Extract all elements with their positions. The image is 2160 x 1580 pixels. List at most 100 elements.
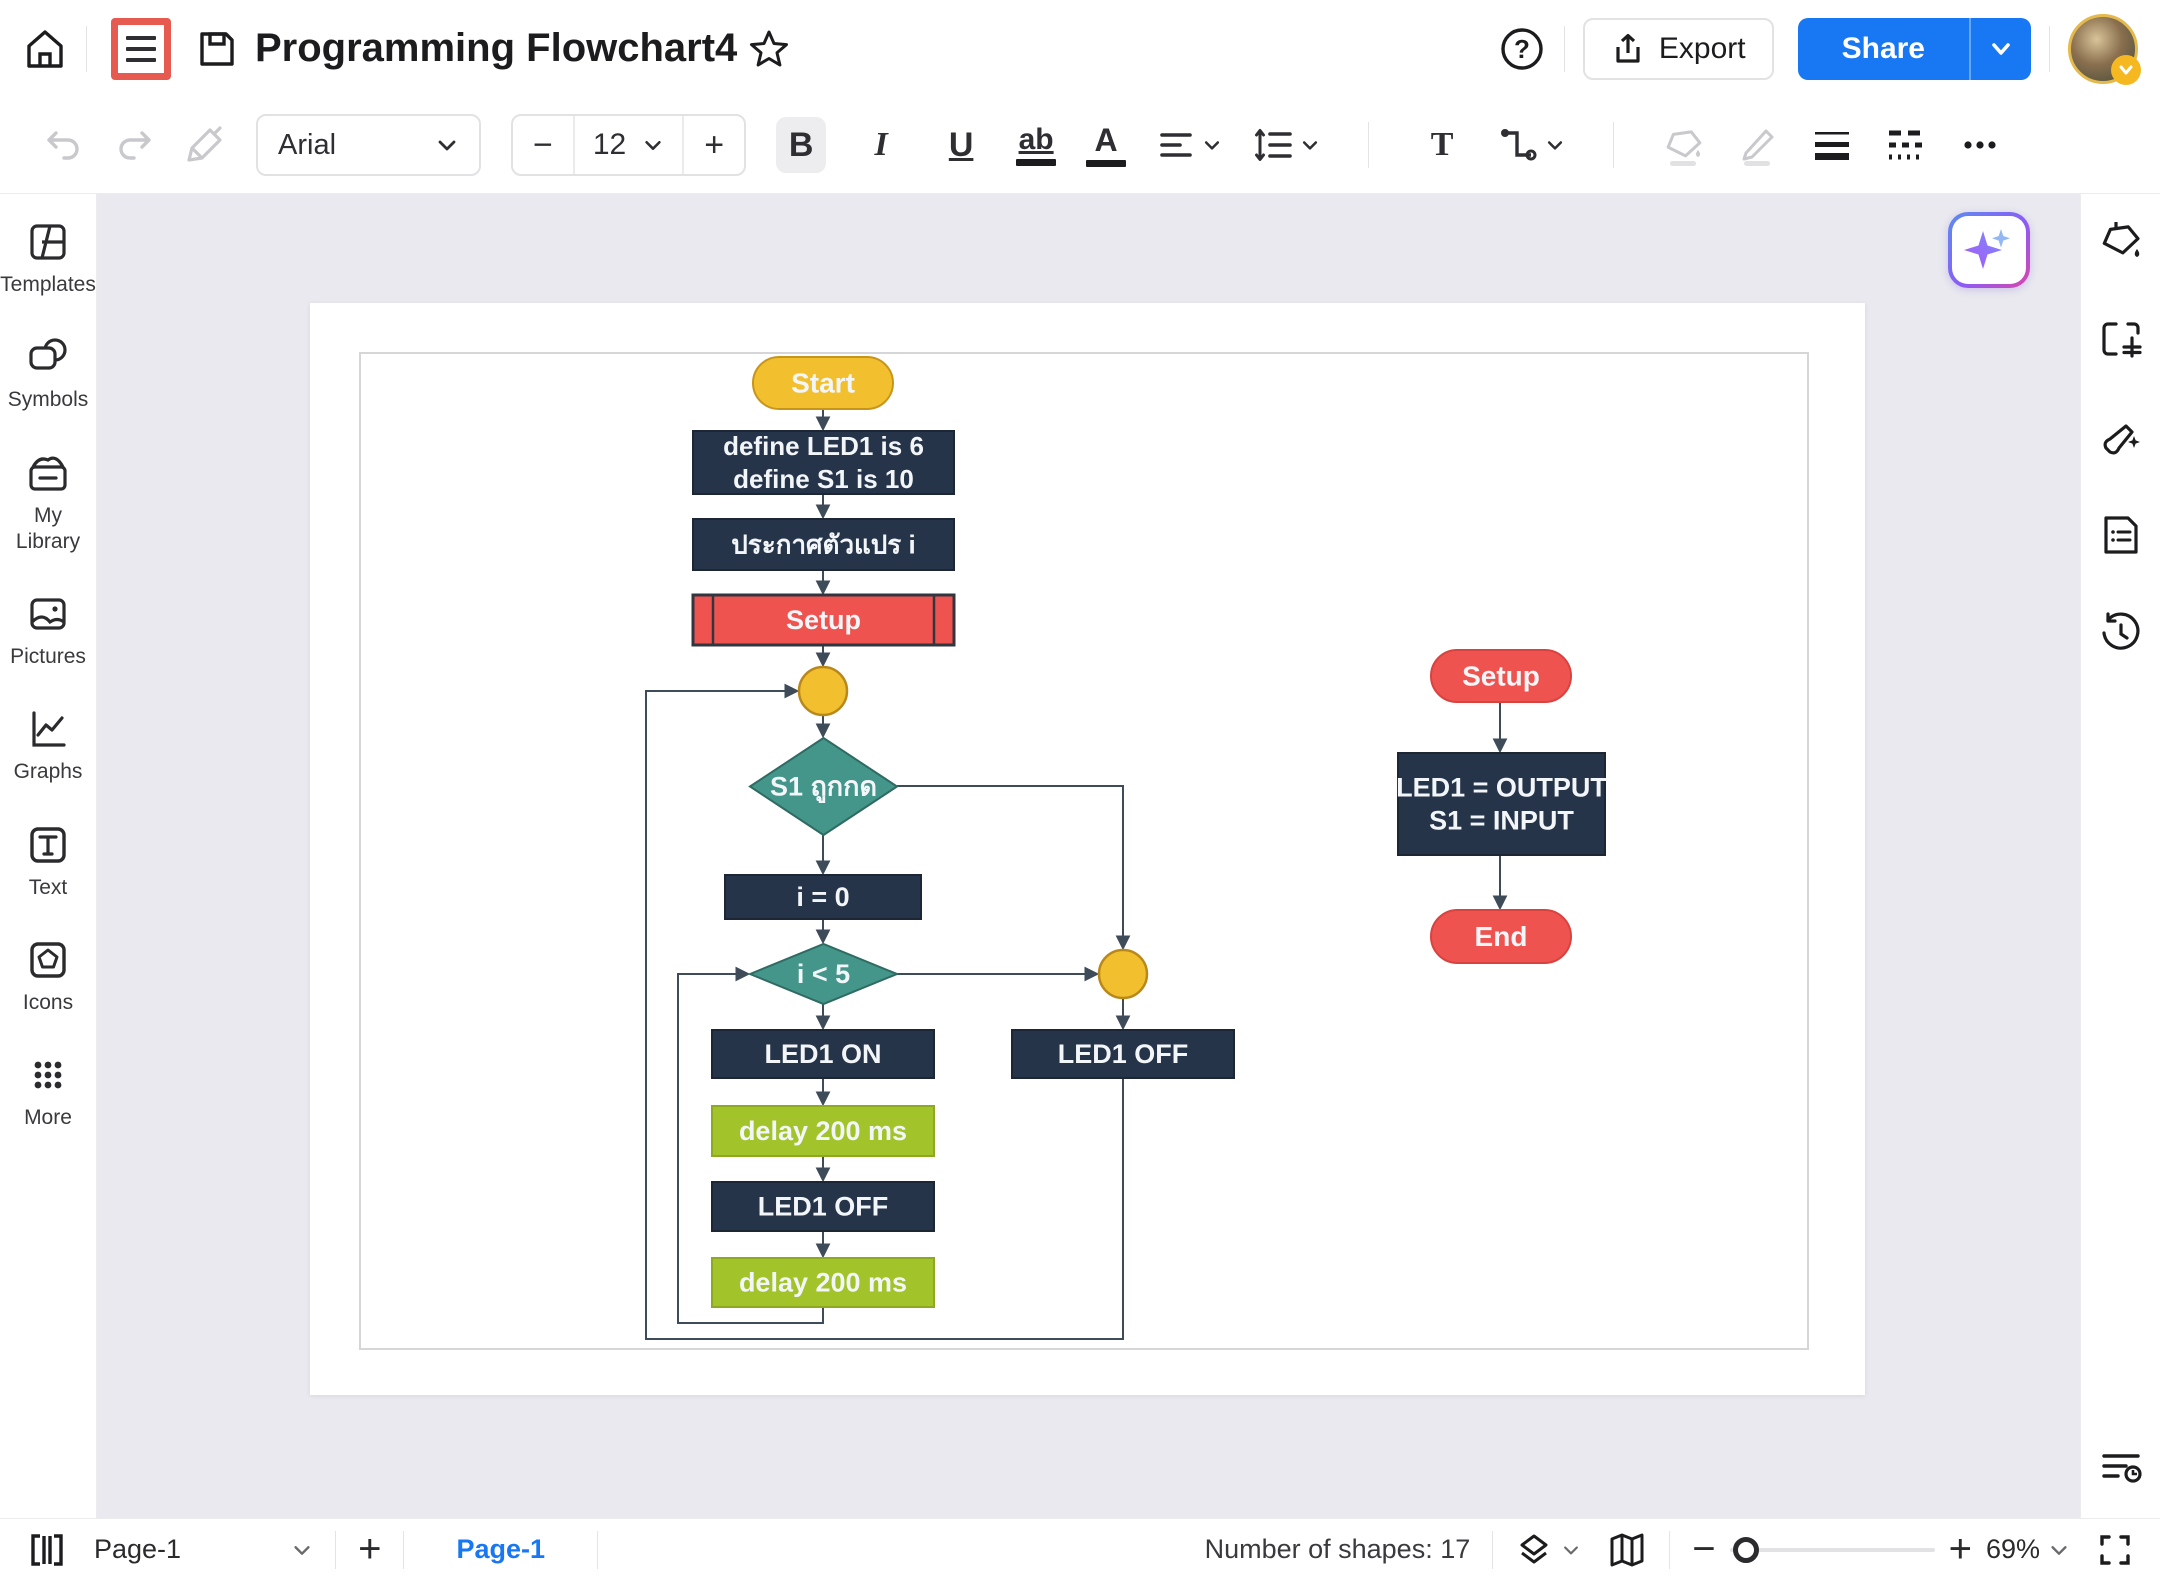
zoom-slider[interactable] (1730, 1548, 1935, 1552)
chevron-down-icon[interactable] (2048, 1539, 2070, 1561)
header-divider (2049, 26, 2050, 72)
node-label: i < 5 (797, 959, 850, 989)
zoom-level[interactable]: 69% (1986, 1534, 2040, 1565)
node-setup-def[interactable]: Setup (1431, 650, 1571, 702)
hamburger-icon (126, 36, 156, 62)
connector-type-button[interactable] (1497, 124, 1565, 166)
node-label: LED1 OFF (758, 1192, 889, 1222)
underline-button[interactable]: U (936, 117, 986, 173)
favorite-button[interactable] (747, 27, 791, 71)
more-options-button[interactable] (1958, 125, 2002, 165)
notes-panel-button[interactable] (2098, 512, 2144, 558)
avatar[interactable] (2068, 14, 2138, 84)
history-panel-button[interactable] (2098, 610, 2144, 656)
bold-button[interactable]: B (776, 117, 826, 173)
page-select-dropdown[interactable]: Page-1 (94, 1534, 313, 1565)
chevron-down-icon (1988, 36, 2014, 62)
fill-color-button[interactable] (1662, 123, 1706, 167)
node-led1-off-left[interactable]: LED1 OFF (712, 1182, 934, 1231)
line-color-button[interactable] (1736, 123, 1780, 167)
minimap-button[interactable] (1607, 1531, 1647, 1569)
node-junction-1[interactable] (799, 667, 847, 715)
page-sheet[interactable]: Start define LED1 is 6define S1 is 10 ประก… (310, 303, 1865, 1395)
page-tab-page-1[interactable]: Page-1 (426, 1534, 575, 1565)
add-page-button[interactable]: + (358, 1527, 381, 1572)
font-size-decrease-button[interactable]: − (513, 116, 573, 174)
italic-button[interactable]: I (856, 117, 906, 173)
node-s1-pressed[interactable]: S1 ถูกกด (750, 738, 897, 835)
panel-rail (2080, 194, 2160, 1518)
share-dropdown-button[interactable] (1969, 18, 2031, 80)
toolbar-divider (1368, 122, 1369, 168)
style-fill-panel-button[interactable] (2098, 218, 2144, 264)
help-icon: ? (1498, 25, 1546, 73)
save-button[interactable] (195, 27, 239, 71)
node-i-cond[interactable]: i < 5 (750, 944, 897, 1004)
main-menu-button[interactable] (111, 18, 171, 80)
redo-button[interactable] (114, 125, 154, 165)
theme-beautify-panel-button[interactable] (2098, 414, 2144, 460)
node-start[interactable]: Start (753, 357, 893, 409)
help-button[interactable]: ? (1498, 25, 1546, 73)
node-define-pins[interactable]: define LED1 is 6define S1 is 10 (693, 431, 954, 494)
node-delay-2[interactable]: delay 200 ms (712, 1258, 934, 1307)
node-led1-off-right[interactable]: LED1 OFF (1012, 1030, 1234, 1078)
node-io-config[interactable]: LED1 = OUTPUTS1 = INPUT (1396, 753, 1607, 855)
line-spacing-button[interactable] (1252, 125, 1320, 165)
sidebar-item-templates[interactable]: Templates (0, 220, 96, 298)
home-button[interactable] (22, 26, 68, 72)
zoom-slider-knob[interactable] (1733, 1537, 1759, 1563)
highlight-color-button[interactable]: ab (1016, 125, 1056, 166)
font-size-increase-button[interactable]: + (684, 116, 744, 174)
chevron-down-icon (1300, 135, 1320, 155)
chevron-down-icon (1202, 135, 1222, 155)
object-list-button[interactable] (2098, 1444, 2144, 1490)
node-end[interactable]: End (1431, 910, 1571, 963)
sidebar-item-icons[interactable]: Icons (23, 938, 73, 1016)
layers-button[interactable] (1515, 1531, 1581, 1569)
sidebar-item-my-library[interactable]: My Library (0, 451, 96, 556)
pages-panel-button[interactable] (26, 1531, 68, 1569)
fullscreen-button[interactable] (2096, 1531, 2134, 1569)
node-setup-call[interactable]: Setup (693, 595, 954, 645)
font-family-value: Arial (278, 129, 336, 162)
text-align-button[interactable] (1156, 125, 1222, 165)
premium-badge-icon (2111, 55, 2141, 85)
shape-library-rail: Templates Symbols My Library Pictures Gr… (0, 194, 97, 1518)
line-style-button[interactable] (1884, 125, 1928, 165)
node-i-init[interactable]: i = 0 (725, 875, 921, 919)
edge-s1-east-junction2[interactable] (897, 786, 1123, 948)
sidebar-item-more[interactable]: More (24, 1053, 72, 1131)
undo-button[interactable] (44, 125, 84, 165)
page-settings-panel-button[interactable] (2098, 316, 2144, 362)
save-icon (195, 27, 239, 71)
sidebar-item-text[interactable]: Text (26, 823, 70, 901)
format-painter-button[interactable] (184, 124, 226, 166)
share-label[interactable]: Share (1798, 18, 1969, 80)
node-label: S1 ถูกกด (770, 772, 877, 804)
font-family-select[interactable]: Arial (256, 114, 481, 176)
export-button[interactable]: Export (1583, 18, 1774, 80)
ai-assistant-button[interactable] (1948, 212, 2030, 288)
node-declare-var[interactable]: ประกาศตัวแปร i (693, 519, 954, 570)
node-junction-2[interactable] (1099, 950, 1147, 998)
document-title[interactable]: Programming Flowchart4 (255, 26, 737, 71)
page-select-value: Page-1 (94, 1534, 181, 1565)
node-delay-1[interactable]: delay 200 ms (712, 1106, 934, 1156)
sidebar-item-symbols[interactable]: Symbols (8, 335, 89, 413)
font-size-select[interactable]: 12 (573, 116, 684, 174)
sidebar-item-pictures[interactable]: Pictures (10, 592, 86, 670)
chevron-down-icon (1561, 1540, 1581, 1560)
sidebar-item-graphs[interactable]: Graphs (14, 707, 83, 785)
export-label: Export (1659, 32, 1746, 66)
share-button[interactable]: Share (1798, 18, 2031, 80)
canvas[interactable]: Start define LED1 is 6define S1 is 10 ประก… (97, 194, 2080, 1518)
zoom-in-button[interactable]: + (1949, 1527, 1972, 1572)
font-color-button[interactable]: A (1086, 124, 1126, 167)
line-weight-button[interactable] (1810, 125, 1854, 165)
node-label: i = 0 (796, 882, 849, 912)
zoom-out-button[interactable]: − (1692, 1527, 1715, 1572)
node-label: delay 200 ms (739, 1116, 907, 1146)
node-led1-on[interactable]: LED1 ON (712, 1030, 934, 1078)
text-tool-button[interactable]: T (1417, 117, 1467, 173)
